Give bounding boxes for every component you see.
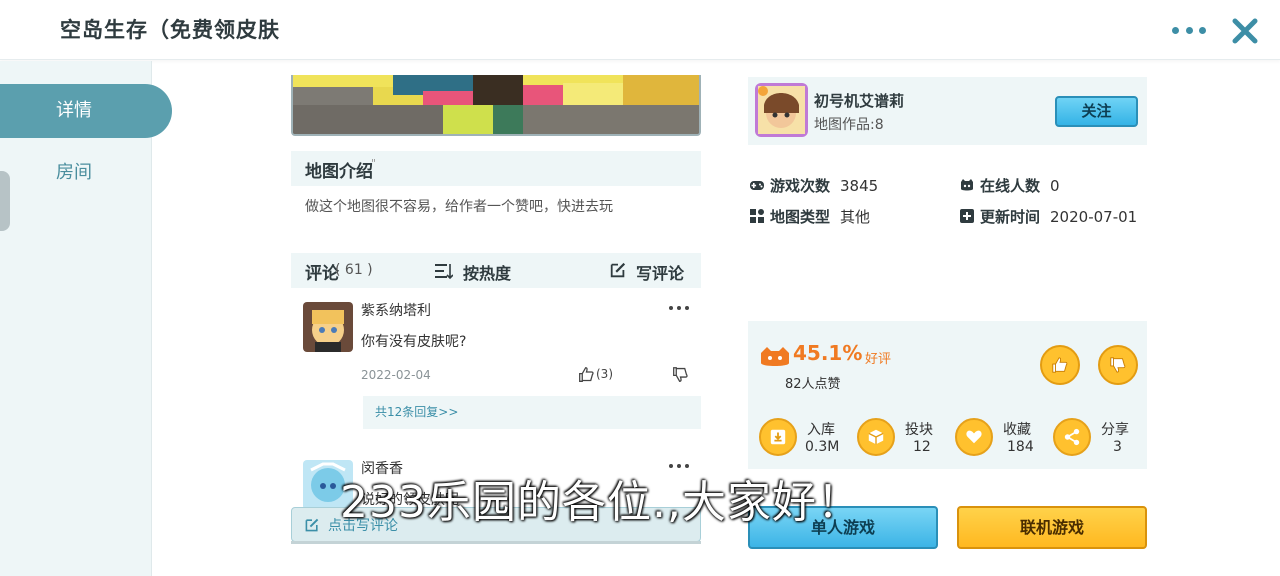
download-icon [770, 429, 786, 445]
action-label: 分享 [1101, 422, 1129, 438]
action-label: 投块 [905, 422, 933, 438]
comments-count: ( 61 ) [335, 262, 373, 278]
sidebar: 详情 房间 [0, 61, 172, 576]
author-card: 初号机艾谱莉 地图作品:8 关注 [748, 77, 1147, 145]
cube-icon [868, 429, 884, 445]
intro-header: 地图介绍 " [291, 151, 701, 186]
update-time-icon [960, 209, 974, 223]
stat-plays: 游戏次数 3845 [770, 177, 879, 195]
tab-details[interactable]: 详情 [0, 84, 172, 138]
action-label: 收藏 [1003, 422, 1031, 438]
video-subtitle: 233乐园的各位.,大家好！ [340, 477, 862, 528]
more-options-icon[interactable] [1172, 20, 1206, 40]
heart-icon [966, 430, 982, 444]
comment-text: 你有没有皮肤呢? [361, 334, 467, 350]
favorite-button[interactable] [955, 418, 993, 456]
share-icon [1064, 428, 1080, 446]
donate-block-button[interactable] [857, 418, 895, 456]
intro-title-mark: " [371, 157, 377, 170]
top-bar: 空岛生存（免费领皮肤 [0, 0, 1280, 60]
edit-icon[interactable] [609, 261, 627, 279]
action-label: 入库 [807, 422, 835, 438]
edit-icon [305, 518, 319, 532]
multiplayer-button[interactable]: 联机游戏 [957, 506, 1147, 549]
author-name[interactable]: 初号机艾谱莉 [814, 90, 904, 111]
comments-title: 评论 [305, 264, 339, 284]
likes-count: 82人点赞 [785, 377, 841, 392]
author-avatar[interactable] [755, 83, 808, 137]
divider [291, 541, 701, 544]
rating-percent: 45.1% [793, 341, 863, 365]
write-comment-link[interactable]: 写评论 [636, 260, 684, 284]
like-button[interactable] [1040, 345, 1080, 385]
rating-mascot-icon [761, 347, 789, 366]
action-value: 184 [1007, 439, 1034, 455]
thumbs-down-icon [1110, 357, 1126, 373]
gamepad-icon [750, 181, 764, 190]
online-players-icon [961, 179, 973, 191]
tab-rooms[interactable]: 房间 [0, 146, 172, 200]
add-to-library-button[interactable] [759, 418, 797, 456]
sort-by-popularity[interactable]: 按热度 [463, 260, 511, 284]
share-button[interactable] [1053, 418, 1091, 456]
comment-more-icon[interactable] [669, 306, 689, 312]
action-value: 3 [1113, 439, 1122, 455]
comment-like-count: (3) [596, 367, 613, 381]
map-preview-image [291, 75, 701, 136]
stat-updated: 更新时间 2020-07-01 [980, 208, 1138, 226]
stat-map-type: 地图类型 其他 [770, 208, 871, 226]
thumbs-up-icon[interactable] [578, 366, 595, 383]
commenter-name[interactable]: 紫系纳塔利 [361, 300, 431, 320]
follow-button[interactable]: 关注 [1055, 96, 1138, 127]
close-icon[interactable] [1230, 16, 1260, 46]
view-replies-link[interactable]: 共12条回复>> [363, 396, 701, 429]
map-type-icon [750, 209, 764, 223]
sidebar-edge-handle [0, 171, 10, 231]
sort-icon[interactable] [433, 261, 453, 281]
intro-title: 地图介绍 [305, 162, 373, 182]
comment-date: 2022-02-04 [361, 368, 431, 382]
action-value: 0.3M [805, 439, 840, 455]
dislike-button[interactable] [1098, 345, 1138, 385]
page-title: 空岛生存（免费领皮肤 [60, 18, 280, 42]
author-works-count: 地图作品:8 [814, 117, 884, 133]
action-value: 12 [913, 439, 931, 455]
rating-card: 45.1% 好评 82人点赞 入库 0.3M 投块 12 收藏 184 分享 3 [748, 321, 1147, 469]
thumbs-down-icon[interactable] [672, 366, 689, 383]
rating-label: 好评 [865, 352, 892, 367]
thumbs-up-icon [1052, 357, 1068, 373]
stat-online: 在线人数 0 [980, 177, 1060, 195]
commenter-avatar[interactable] [303, 302, 353, 352]
comments-header: 评论 ( 61 ) 按热度 写评论 [291, 253, 701, 288]
intro-text: 做这个地图很不容易，给作者一个赞吧，快进去玩 [305, 199, 613, 215]
